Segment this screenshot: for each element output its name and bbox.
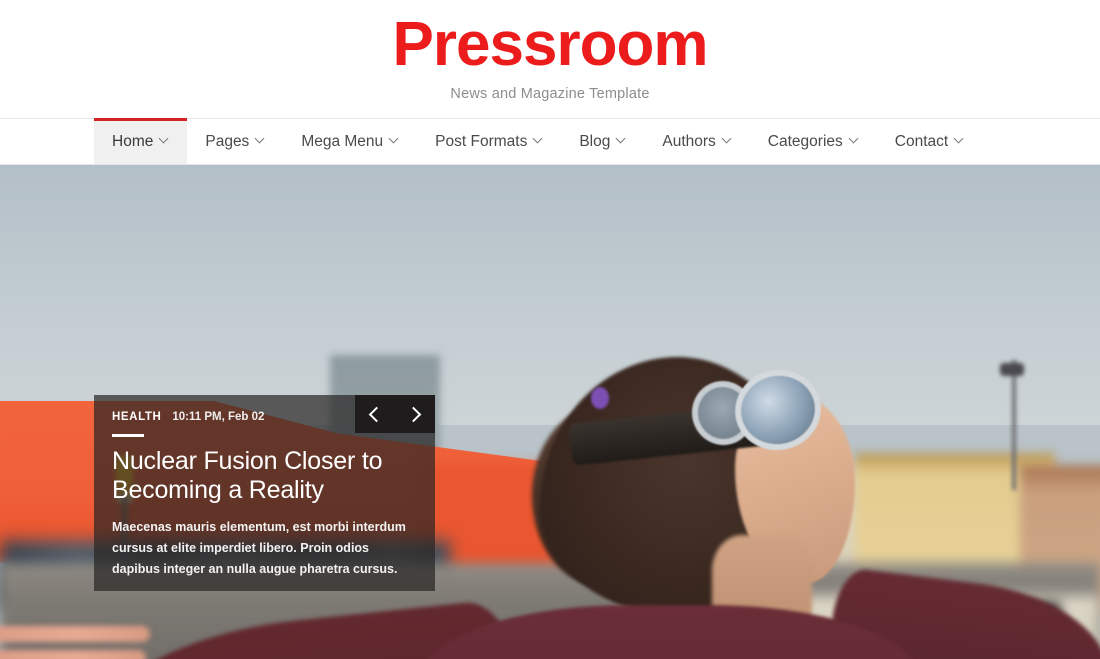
- main-navigation: Home Pages Mega Menu Post Formats Blog A…: [0, 118, 1100, 165]
- nav-label: Contact: [895, 133, 948, 151]
- chevron-down-icon: [955, 135, 964, 144]
- hero-category-label[interactable]: HEALTH: [112, 411, 161, 423]
- sky-backdrop: [0, 165, 1100, 425]
- site-header: Pressroom News and Magazine Template: [0, 0, 1100, 118]
- hero-slider[interactable]: HEALTH 10:11 PM, Feb 02 Nuclear Fusion C…: [0, 165, 1100, 659]
- nav-label: Mega Menu: [301, 133, 383, 151]
- chevron-right-icon: [406, 406, 422, 422]
- chevron-down-icon: [723, 135, 732, 144]
- nav-item-blog[interactable]: Blog: [561, 119, 644, 164]
- hero-excerpt: Maecenas mauris elementum, est morbi int…: [112, 517, 417, 580]
- nav-label: Home: [112, 133, 153, 151]
- chevron-down-icon: [534, 135, 543, 144]
- nav-item-pages[interactable]: Pages: [187, 119, 283, 164]
- chevron-down-icon: [850, 135, 859, 144]
- chevron-down-icon: [160, 135, 169, 144]
- chevron-down-icon: [617, 135, 626, 144]
- nav-label: Post Formats: [435, 133, 527, 151]
- lamp-head: [1000, 363, 1024, 376]
- nav-label: Blog: [579, 133, 610, 151]
- nav-item-contact[interactable]: Contact: [877, 119, 982, 164]
- lamp-post: [1012, 360, 1016, 490]
- hero-timestamp: 10:11 PM, Feb 02: [172, 411, 264, 423]
- slider-next-button[interactable]: [402, 401, 428, 427]
- hero-title[interactable]: Nuclear Fusion Closer to Becoming a Real…: [112, 447, 417, 505]
- slider-controls: [355, 395, 435, 433]
- hero-divider: [112, 434, 144, 437]
- chevron-down-icon: [390, 135, 399, 144]
- nav-item-categories[interactable]: Categories: [750, 119, 877, 164]
- nav-label: Authors: [662, 133, 715, 151]
- nav-label: Categories: [768, 133, 843, 151]
- chevron-down-icon: [256, 135, 265, 144]
- woman-left-hand: [0, 620, 180, 659]
- nav-item-mega-menu[interactable]: Mega Menu: [283, 119, 417, 164]
- site-logo[interactable]: Pressroom: [393, 6, 708, 84]
- chevron-left-icon: [369, 406, 385, 422]
- nav-label: Pages: [205, 133, 249, 151]
- slider-prev-button[interactable]: [362, 401, 388, 427]
- nav-item-post-formats[interactable]: Post Formats: [417, 119, 561, 164]
- nav-item-authors[interactable]: Authors: [644, 119, 749, 164]
- nav-item-home[interactable]: Home: [94, 119, 187, 164]
- site-tagline: News and Magazine Template: [450, 86, 649, 102]
- purple-hair-tie: [591, 387, 609, 409]
